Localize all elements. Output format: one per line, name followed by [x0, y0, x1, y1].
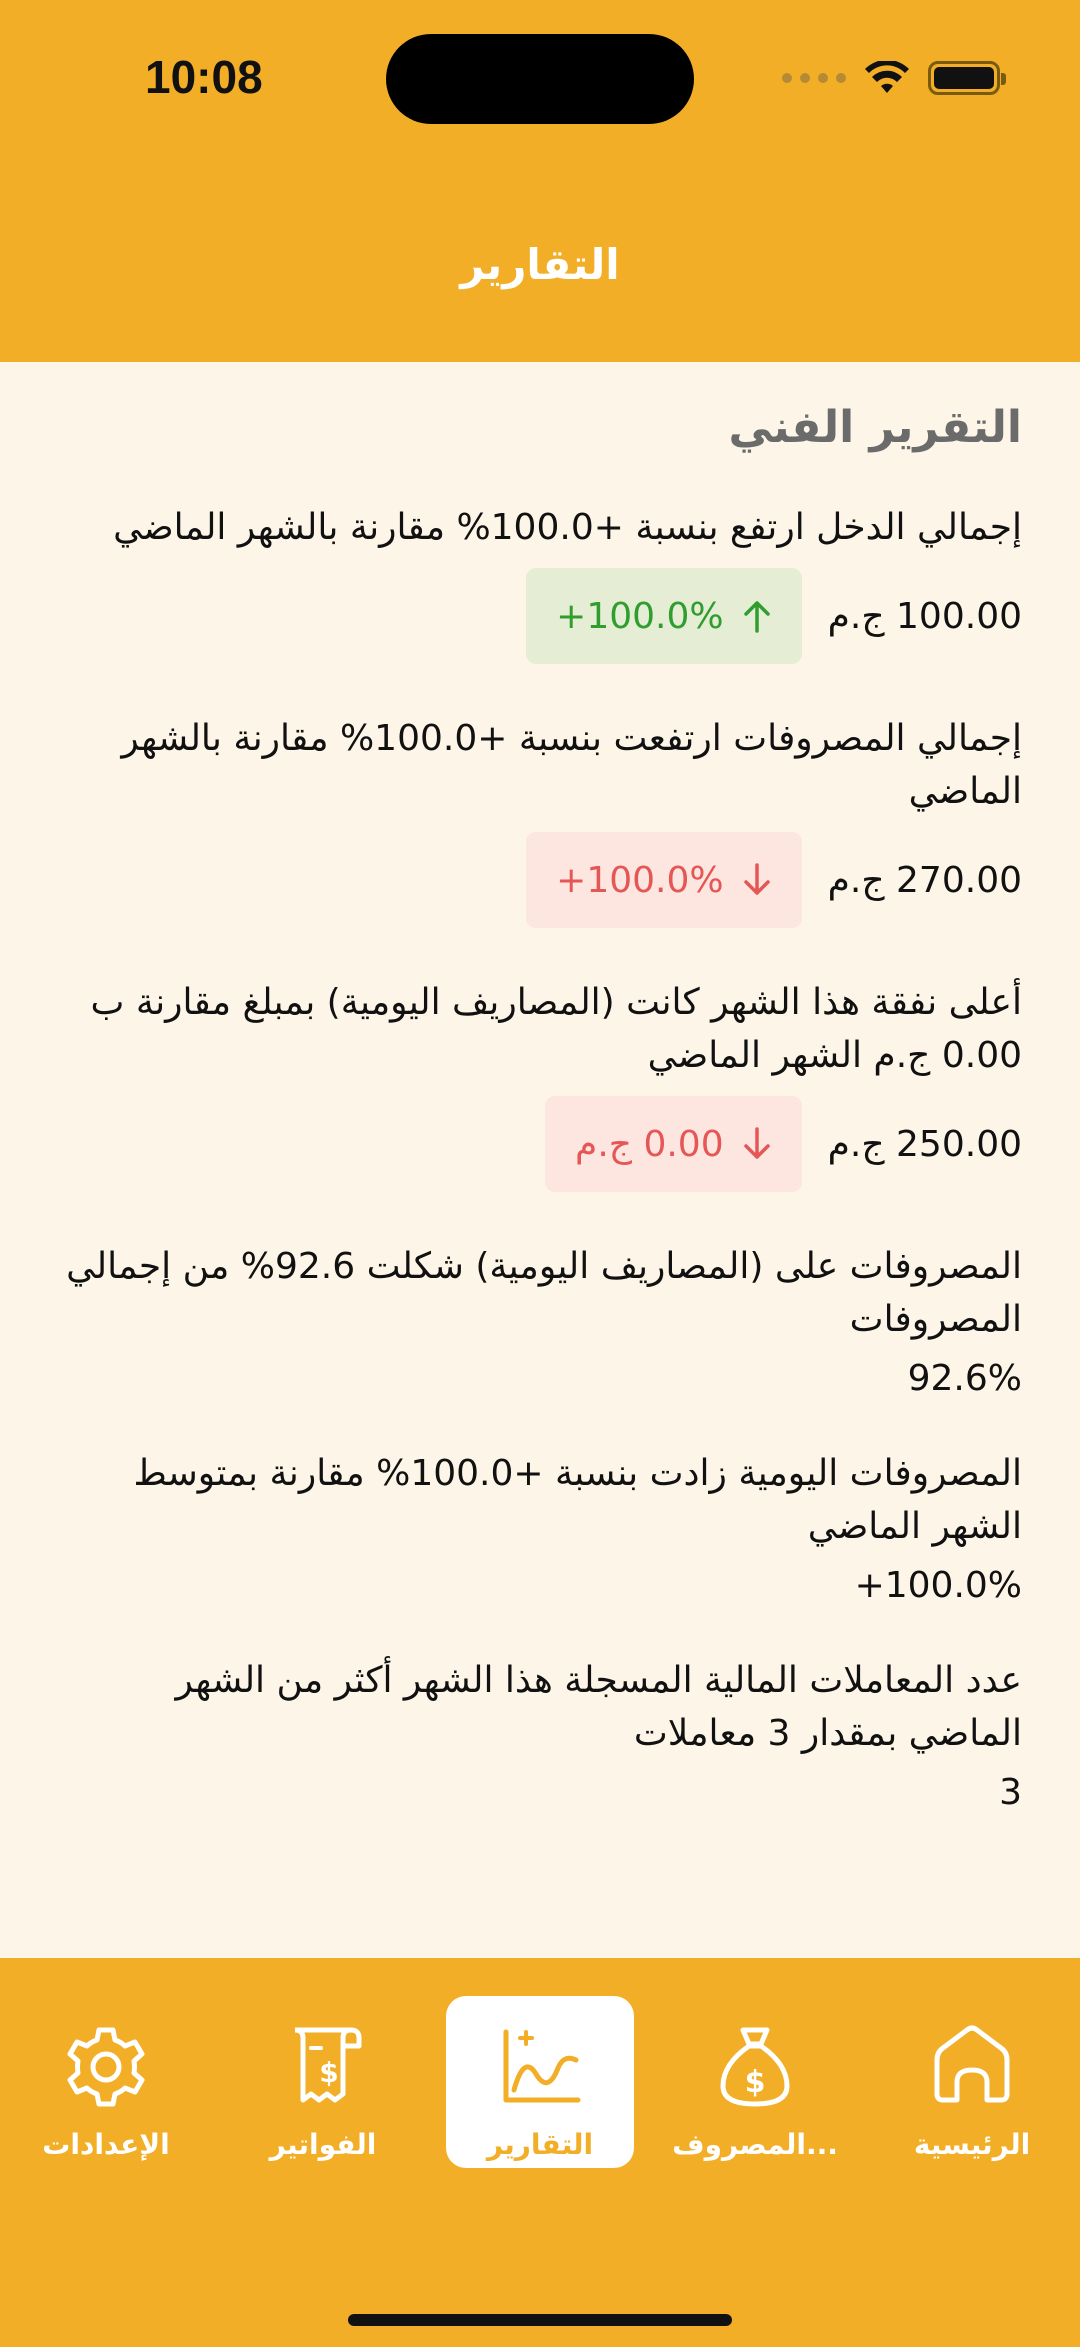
battery-icon: [928, 61, 1006, 95]
section-title: التقرير الفني: [728, 402, 1022, 453]
report-item-transactions: عدد المعاملات المالية المسجلة هذا الشهر …: [60, 1654, 1023, 1813]
wifi-icon: [865, 61, 909, 93]
status-time: 10:08: [145, 51, 263, 103]
report-item-income: إجمالي الدخل ارتفع بنسبة +100.0% مقارنة …: [60, 501, 1022, 664]
money-bag-icon: $: [720, 2027, 790, 2107]
home-icon: [934, 2025, 1010, 2103]
arrow-down-icon: [743, 1127, 770, 1159]
report-value: 3: [999, 1772, 1022, 1813]
arrow-up-icon: [743, 601, 770, 633]
tab-settings[interactable]: الإعدادات: [12, 1996, 200, 2168]
tab-bar: الرئيسية $ المصروف... التقارير $ الفواتي…: [0, 1958, 1080, 2347]
report-text: المصروفات على (المصاريف اليومية) شكلت 92…: [66, 1246, 1022, 1340]
tab-home[interactable]: الرئيسية: [878, 1996, 1066, 2168]
dynamic-island: [386, 34, 694, 124]
report-text: إجمالي الدخل ارتفع بنسبة +100.0% مقارنة …: [113, 507, 1022, 548]
change-badge: +100.0%: [526, 832, 802, 928]
badge-value: +100.0%: [556, 859, 724, 901]
tab-label: الفواتير: [269, 2128, 377, 2161]
tab-label: التقارير: [486, 2128, 594, 2161]
report-amount: 100.00 ج.م: [827, 595, 1022, 637]
arrow-down-icon: [743, 863, 770, 895]
header: 10:08 التقارير: [0, 0, 1080, 362]
tab-label: الإعدادات: [42, 2128, 170, 2161]
svg-text:$: $: [319, 2056, 338, 2089]
report-item-top-expense: أعلى نفقة هذا الشهر كانت (المصاريف اليوم…: [60, 976, 1022, 1192]
change-badge: 0.00 ج.م: [545, 1096, 802, 1192]
report-item-daily-vs-average: المصروفات اليومية زادت بنسبة +100.0% مقا…: [60, 1447, 1022, 1606]
tab-label: المصروف...: [672, 2128, 838, 2161]
gear-icon: [67, 2027, 145, 2107]
report-text: المصروفات اليومية زادت بنسبة +100.0% مقا…: [133, 1453, 1022, 1547]
report-text: إجمالي المصروفات ارتفعت بنسبة +100.0% مق…: [121, 718, 1022, 812]
svg-text:$: $: [745, 2065, 766, 2100]
report-value: 92.6%: [907, 1358, 1022, 1399]
status-icons: [782, 58, 1006, 98]
tab-reports[interactable]: التقارير: [446, 1996, 634, 2168]
report-value: +100.0%: [854, 1565, 1022, 1606]
report-item-category-share: المصروفات على (المصاريف اليومية) شكلت 92…: [60, 1240, 1022, 1399]
tab-bills[interactable]: $ الفواتير: [229, 1996, 417, 2168]
chart-icon: [503, 2029, 581, 2103]
badge-value: 0.00 ج.م: [575, 1123, 724, 1165]
report-amount: 270.00 ج.م: [827, 859, 1022, 901]
tab-label: الرئيسية: [913, 2128, 1031, 2161]
change-badge: +100.0%: [526, 568, 802, 664]
tab-expenses[interactable]: $ المصروف...: [661, 1996, 849, 2168]
home-indicator: [348, 2314, 732, 2326]
badge-value: +100.0%: [556, 595, 724, 637]
report-item-expenses: إجمالي المصروفات ارتفعت بنسبة +100.0% مق…: [60, 712, 1022, 928]
reports-screen: 10:08 التقارير التقرير الفني إجمالي الدخ…: [0, 0, 1080, 2347]
receipt-icon: $: [294, 2027, 362, 2103]
report-amount: 250.00 ج.م: [827, 1123, 1022, 1165]
report-content: التقرير الفني إجمالي الدخل ارتفع بنسبة +…: [60, 362, 1022, 1813]
report-text: أعلى نفقة هذا الشهر كانت (المصاريف اليوم…: [90, 982, 1022, 1076]
signal-icon: [782, 73, 846, 83]
report-text: عدد المعاملات المالية المسجلة هذا الشهر …: [175, 1660, 1023, 1754]
page-title: التقارير: [460, 240, 620, 289]
